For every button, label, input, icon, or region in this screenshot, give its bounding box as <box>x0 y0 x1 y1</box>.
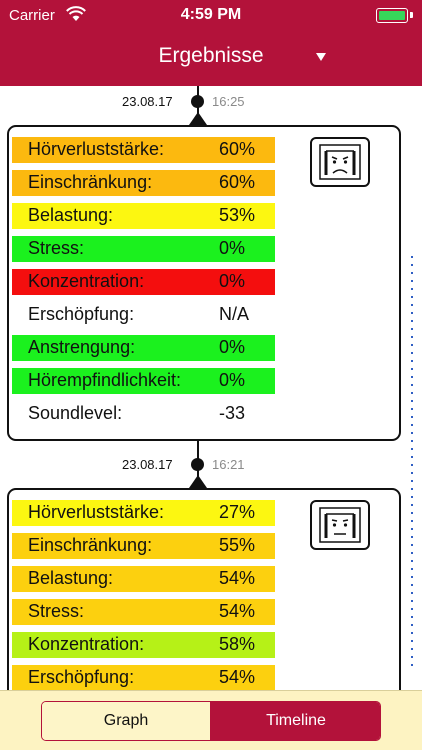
result-row: Soundlevel: -33 <box>12 401 275 427</box>
result-value: 54% <box>219 667 256 687</box>
result-value: 0% <box>219 271 246 291</box>
result-value: 0% <box>219 238 246 258</box>
result-label: Stress: <box>28 601 85 621</box>
result-label: Konzentration: <box>28 271 145 291</box>
entry-date: 23.08.17 <box>122 457 173 472</box>
result-label: Stress: <box>28 238 85 258</box>
status-bar: Carrier 4:59 PM <box>0 0 422 30</box>
battery-tip <box>410 12 413 18</box>
result-row: Belastung: 53% <box>12 203 275 229</box>
timeline-node <box>191 95 204 108</box>
timeline-arrow <box>189 112 207 125</box>
result-value: N/A <box>219 304 250 324</box>
tab-timeline[interactable]: Timeline <box>211 702 380 740</box>
result-value: 54% <box>219 568 256 588</box>
tab-graph[interactable]: Graph <box>42 702 211 740</box>
clock: 4:59 PM <box>180 6 242 23</box>
entry-time: 16:21 <box>212 457 245 472</box>
result-value: 58% <box>219 634 256 654</box>
sad-face-icon <box>310 137 370 187</box>
result-value: 27% <box>219 502 256 522</box>
result-row: Einschränkung: 55% <box>12 533 275 559</box>
result-label: Einschränkung: <box>28 535 153 555</box>
timeline-arrow <box>189 475 207 488</box>
result-label: Erschöpfung: <box>28 667 135 687</box>
battery-icon <box>376 8 408 23</box>
result-row: Hörverluststärke: 60% <box>12 137 275 163</box>
result-value: 53% <box>219 205 256 225</box>
result-label: Konzentration: <box>28 634 145 654</box>
result-value: 60% <box>219 139 256 159</box>
entry-time: 16:25 <box>212 94 245 109</box>
result-row: Stress: 0% <box>12 236 275 262</box>
result-row: Erschöpfung: N/A <box>12 302 275 328</box>
timeline-list[interactable]: 23.08.17 16:25 Hörverluststärke: 60% Einsc… <box>0 86 422 690</box>
result-label: Belastung: <box>28 205 114 225</box>
result-value: 0% <box>219 337 246 357</box>
result-row: Stress: 54% <box>12 599 275 625</box>
result-label: Hörempfindlichkeit: <box>28 370 182 390</box>
result-card[interactable]: Hörverluststärke: 27% Einschränkung: 55% Bel… <box>7 488 401 690</box>
result-label: Erschöpfung: <box>28 304 135 324</box>
tab-bar: Graph Timeline <box>0 690 422 750</box>
result-value: 0% <box>219 370 246 390</box>
result-row: Anstrengung: 0% <box>12 335 275 361</box>
result-value: 55% <box>219 535 256 555</box>
result-value: 60% <box>219 172 256 192</box>
entry-date: 23.08.17 <box>122 94 173 109</box>
header: Carrier 4:59 PM Ergebnisse <box>0 0 422 86</box>
view-segmented-control: Graph Timeline <box>41 701 381 741</box>
result-row: Erschöpfung: 54% <box>12 665 275 690</box>
result-row: Einschränkung: 60% <box>12 170 275 196</box>
scroll-indicator[interactable] <box>411 256 413 666</box>
result-label: Hörverluststärke: <box>28 139 165 159</box>
result-row: Konzentration: 58% <box>12 632 275 658</box>
result-card[interactable]: Hörverluststärke: 60% Einschränkung: 60% Bel… <box>7 125 401 441</box>
app-screen: Carrier 4:59 PM Ergebnisse 23.08.17 16:2… <box>0 0 422 750</box>
chevron-down-icon[interactable] <box>316 53 326 61</box>
result-label: Anstrengung: <box>28 337 136 357</box>
result-label: Soundlevel: <box>28 403 123 423</box>
timeline-node <box>191 458 204 471</box>
page-title[interactable]: Ergebnisse <box>0 44 422 68</box>
result-row: Hörempfindlichkeit: 0% <box>12 368 275 394</box>
result-row: Belastung: 54% <box>12 566 275 592</box>
result-label: Einschränkung: <box>28 172 153 192</box>
result-value: 54% <box>219 601 256 621</box>
result-value: -33 <box>219 403 246 423</box>
result-row: Konzentration: 0% <box>12 269 275 295</box>
result-row: Hörverluststärke: 27% <box>12 500 275 526</box>
result-label: Belastung: <box>28 568 114 588</box>
neutral-face-icon <box>310 500 370 550</box>
result-label: Hörverluststärke: <box>28 502 165 522</box>
